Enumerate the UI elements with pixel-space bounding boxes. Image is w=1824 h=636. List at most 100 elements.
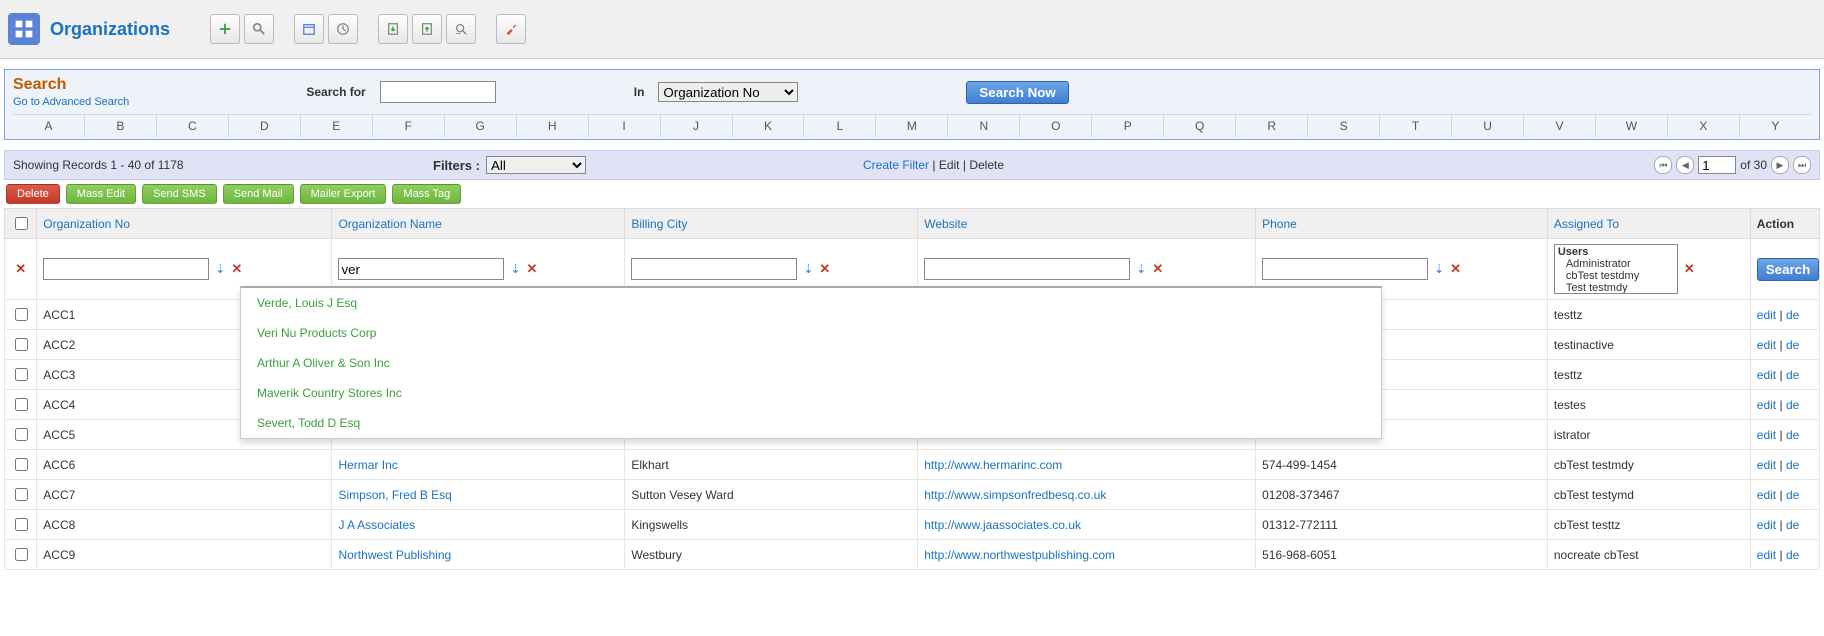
advanced-search-link[interactable]: Go to Advanced Search [13, 96, 129, 108]
alpha-H[interactable]: H [517, 115, 589, 137]
col-billing-city[interactable]: Billing City [631, 217, 687, 231]
autocomplete-item[interactable]: Arthur A Oliver & Son Inc [241, 348, 1381, 378]
pager-next-button[interactable]: ▶ [1771, 156, 1789, 174]
send-mail-button[interactable]: Send Mail [223, 184, 294, 204]
create-filter-link[interactable]: Create Filter [863, 158, 929, 172]
alpha-A[interactable]: A [13, 115, 85, 137]
filter-org-name-input[interactable] [338, 258, 504, 280]
sort-city-icon[interactable]: ⇣ [803, 262, 813, 276]
alpha-P[interactable]: P [1092, 115, 1164, 137]
alpha-Y[interactable]: Y [1740, 115, 1811, 137]
assigned-option[interactable]: Administrator [1556, 258, 1676, 270]
row-delete-link[interactable]: de [1786, 428, 1799, 442]
row-checkbox[interactable] [15, 308, 28, 321]
alpha-M[interactable]: M [876, 115, 948, 137]
autocomplete-item[interactable]: Verde, Louis J Esq [241, 288, 1381, 318]
website-link[interactable]: http://www.jaassociates.co.uk [924, 518, 1081, 532]
org-name-link[interactable]: Hermar Inc [338, 458, 397, 472]
row-edit-link[interactable]: edit [1757, 518, 1776, 532]
row-edit-link[interactable]: edit [1757, 308, 1776, 322]
mailer-export-button[interactable]: Mailer Export [300, 184, 387, 204]
alpha-J[interactable]: J [661, 115, 733, 137]
row-delete-link[interactable]: de [1786, 548, 1799, 562]
filter-assigned-select[interactable]: UsersAdministratorcbTest testdmyTest tes… [1554, 244, 1678, 294]
row-checkbox[interactable] [15, 518, 28, 531]
alpha-W[interactable]: W [1596, 115, 1668, 137]
sort-phone-icon[interactable]: ⇣ [1434, 262, 1444, 276]
col-website[interactable]: Website [924, 217, 967, 231]
col-phone[interactable]: Phone [1262, 217, 1297, 231]
website-link[interactable]: http://www.hermarinc.com [924, 458, 1062, 472]
mass-tag-button[interactable]: Mass Tag [392, 184, 461, 204]
alpha-E[interactable]: E [301, 115, 373, 137]
pager-prev-button[interactable]: ◀ [1676, 156, 1694, 174]
filter-org-no-input[interactable] [43, 258, 209, 280]
filter-website-input[interactable] [924, 258, 1130, 280]
row-delete-link[interactable]: de [1786, 368, 1799, 382]
clear-all-filters-icon[interactable]: ✕ [15, 261, 26, 276]
search-in-select[interactable]: Organization No [658, 82, 798, 102]
alpha-B[interactable]: B [85, 115, 157, 137]
website-link[interactable]: http://www.simpsonfredbesq.co.uk [924, 488, 1106, 502]
alpha-T[interactable]: T [1380, 115, 1452, 137]
alpha-S[interactable]: S [1308, 115, 1380, 137]
find-duplicates-button[interactable] [446, 14, 476, 44]
hammer-settings-button[interactable] [496, 14, 526, 44]
col-assigned[interactable]: Assigned To [1554, 217, 1619, 231]
alpha-I[interactable]: I [589, 115, 661, 137]
column-search-button[interactable]: Search [1757, 258, 1819, 281]
org-name-link[interactable]: Simpson, Fred B Esq [338, 488, 451, 502]
sort-org-name-icon[interactable]: ⇣ [510, 262, 520, 276]
col-org-no[interactable]: Organization No [43, 217, 130, 231]
org-name-link[interactable]: Northwest Publishing [338, 548, 451, 562]
add-record-button[interactable] [210, 14, 240, 44]
sort-website-icon[interactable]: ⇣ [1136, 262, 1146, 276]
clear-website-icon[interactable]: ✕ [1152, 261, 1163, 277]
row-edit-link[interactable]: edit [1757, 368, 1776, 382]
alpha-L[interactable]: L [804, 115, 876, 137]
row-delete-link[interactable]: de [1786, 338, 1799, 352]
assigned-option[interactable]: Test testmdy [1556, 282, 1676, 294]
row-delete-link[interactable]: de [1786, 488, 1799, 502]
alpha-N[interactable]: N [948, 115, 1020, 137]
autocomplete-item[interactable]: Maverik Country Stores Inc [241, 378, 1381, 408]
sort-org-no-icon[interactable]: ⇣ [215, 262, 225, 276]
search-for-input[interactable] [380, 81, 496, 103]
import-button[interactable] [378, 14, 408, 44]
clock-button[interactable] [328, 14, 358, 44]
alpha-G[interactable]: G [445, 115, 517, 137]
clear-org-name-icon[interactable]: ✕ [527, 261, 538, 277]
row-edit-link[interactable]: edit [1757, 488, 1776, 502]
clear-org-no-icon[interactable]: ✕ [231, 261, 242, 277]
filter-city-input[interactable] [631, 258, 797, 280]
filters-select[interactable]: All [486, 156, 586, 174]
alpha-V[interactable]: V [1524, 115, 1596, 137]
alpha-R[interactable]: R [1236, 115, 1308, 137]
send-sms-button[interactable]: Send SMS [142, 184, 217, 204]
row-checkbox[interactable] [15, 338, 28, 351]
alpha-Q[interactable]: Q [1164, 115, 1236, 137]
clear-city-icon[interactable]: ✕ [819, 261, 830, 277]
alpha-X[interactable]: X [1668, 115, 1740, 137]
row-edit-link[interactable]: edit [1757, 548, 1776, 562]
pager-last-button[interactable]: ⏭ [1793, 156, 1811, 174]
row-edit-link[interactable]: edit [1757, 398, 1776, 412]
row-checkbox[interactable] [15, 458, 28, 471]
search-tool-button[interactable] [244, 14, 274, 44]
col-org-name[interactable]: Organization Name [338, 217, 441, 231]
select-all-checkbox[interactable] [15, 217, 28, 230]
row-checkbox[interactable] [15, 548, 28, 561]
row-edit-link[interactable]: edit [1757, 428, 1776, 442]
row-delete-link[interactable]: de [1786, 398, 1799, 412]
clear-assigned-icon[interactable]: ✕ [1684, 261, 1695, 277]
pager-page-input[interactable] [1698, 156, 1736, 174]
calendar-button[interactable] [294, 14, 324, 44]
clear-phone-icon[interactable]: ✕ [1450, 261, 1461, 277]
alpha-D[interactable]: D [229, 115, 301, 137]
mass-edit-button[interactable]: Mass Edit [66, 184, 136, 204]
alpha-K[interactable]: K [733, 115, 805, 137]
row-delete-link[interactable]: de [1786, 458, 1799, 472]
filter-phone-input[interactable] [1262, 258, 1428, 280]
mass-delete-button[interactable]: Delete [6, 184, 60, 204]
org-name-link[interactable]: J A Associates [338, 518, 415, 532]
